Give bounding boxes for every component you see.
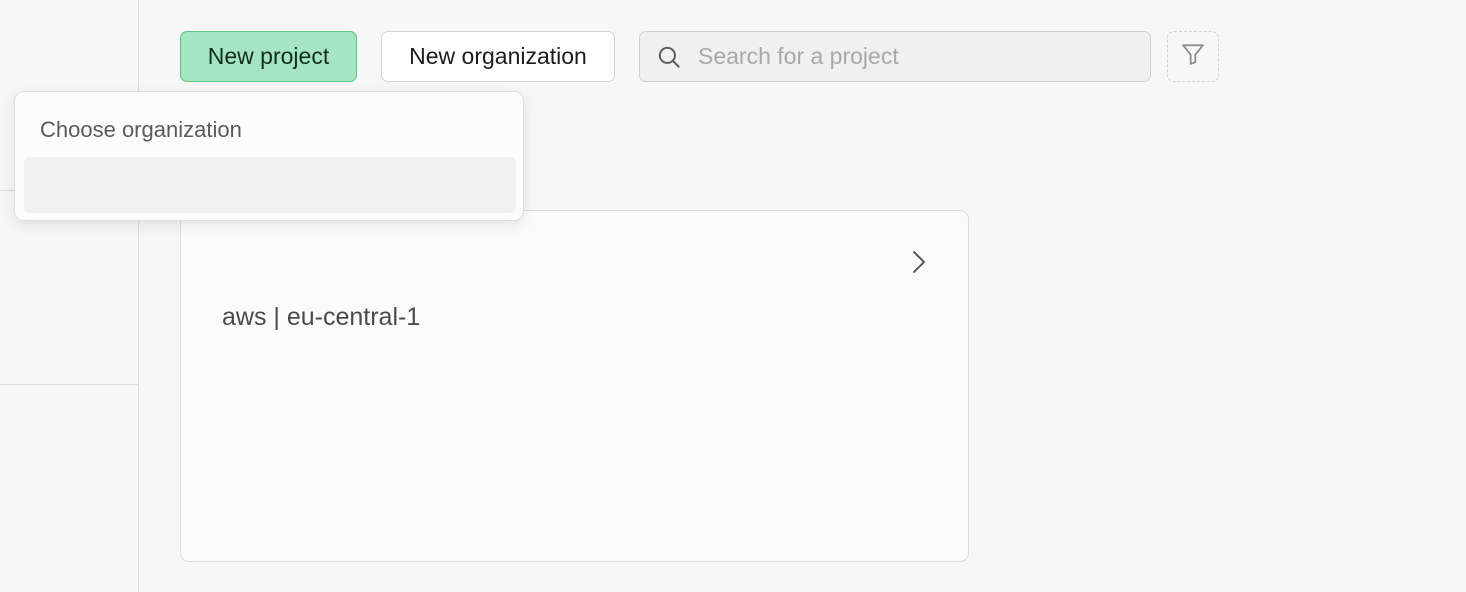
new-project-button[interactable]: New project: [180, 31, 357, 82]
search-input[interactable]: [698, 43, 1138, 70]
project-region: aws | eu-central-1: [222, 303, 421, 331]
sidebar-divider: [0, 384, 139, 385]
organization-option[interactable]: [24, 157, 516, 213]
dropdown-heading: Choose organization: [40, 117, 242, 142]
chevron-right-icon: [907, 249, 931, 275]
search-icon: [656, 43, 684, 71]
sidebar: [0, 0, 139, 592]
filter-icon: [1179, 40, 1207, 73]
search-box[interactable]: [639, 31, 1151, 82]
filter-button[interactable]: [1167, 31, 1219, 82]
projects-page: New project New organization aws | eu-ce…: [0, 0, 1466, 592]
organization-dropdown: Choose organization: [14, 91, 524, 221]
project-card[interactable]: aws | eu-central-1: [180, 210, 969, 562]
new-organization-button[interactable]: New organization: [381, 31, 615, 82]
